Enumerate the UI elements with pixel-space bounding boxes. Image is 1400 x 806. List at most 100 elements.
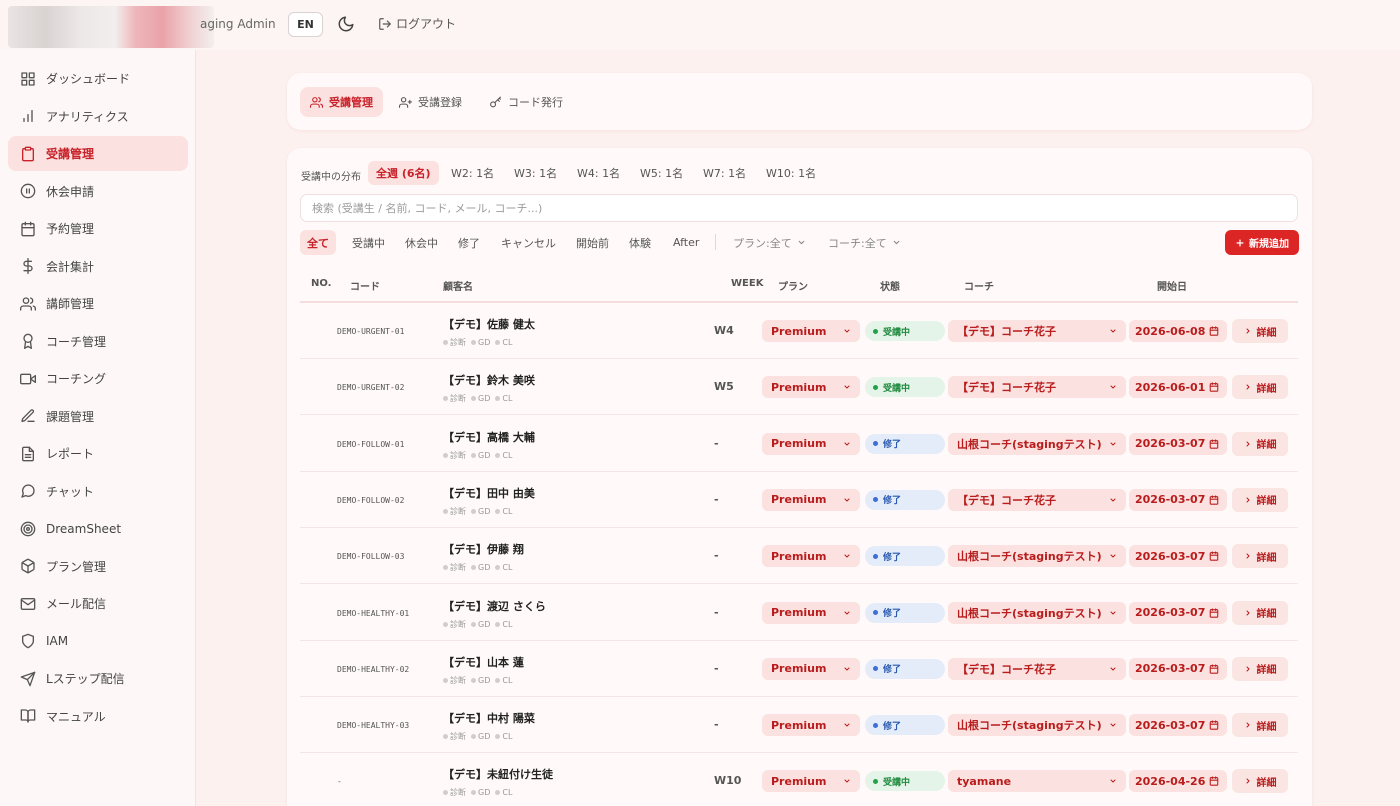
distribution-chip-w3[interactable]: W3: 1名 xyxy=(506,161,565,185)
chevron-down-icon xyxy=(844,611,850,614)
coach-value: 山根コーチ(stagingテスト) xyxy=(957,719,1102,733)
start-date-field[interactable]: 2026-03-07 xyxy=(1129,601,1227,624)
plan-select[interactable]: Premium xyxy=(762,376,860,399)
sidebar-item[interactable]: アナリティクス xyxy=(8,99,188,134)
moon-icon[interactable] xyxy=(337,15,355,33)
coach-filter-dropdown[interactable]: コーチ:全て xyxy=(828,230,901,255)
detail-button[interactable]: 詳細 xyxy=(1232,431,1288,456)
plan-select[interactable]: Premium xyxy=(762,657,860,680)
sidebar-item[interactable]: ダッシュボード xyxy=(8,61,188,96)
coach-select[interactable]: 【デモ】コーチ花子 xyxy=(948,320,1126,342)
chevron-down-icon xyxy=(1110,554,1116,558)
start-date-field[interactable]: 2026-03-07 xyxy=(1129,488,1227,511)
detail-button[interactable]: 詳細 xyxy=(1232,656,1288,681)
sidebar-item[interactable]: コーチ管理 xyxy=(8,324,188,359)
tab-enrollment-management[interactable]: 受講管理 xyxy=(300,87,383,117)
filter-active[interactable]: 受講中 xyxy=(345,230,392,255)
detail-button[interactable]: 詳細 xyxy=(1232,600,1288,625)
filter-on-leave[interactable]: 休会中 xyxy=(398,230,445,255)
coach-select[interactable]: 山根コーチ(stagingテスト) xyxy=(948,545,1126,568)
student-name[interactable]: 【デモ】田中 由美 xyxy=(443,485,535,501)
sidebar-item[interactable]: レポート xyxy=(8,436,188,471)
status-badge: 受講中 xyxy=(865,771,945,792)
coach-select[interactable]: 【デモ】コーチ花子 xyxy=(948,657,1126,680)
filter-completed[interactable]: 修了 xyxy=(451,230,487,255)
logout-button[interactable]: ログアウト xyxy=(378,15,456,32)
detail-button[interactable]: 詳細 xyxy=(1232,319,1288,343)
coach-select[interactable]: 【デモ】コーチ花子 xyxy=(948,376,1126,399)
filter-not-started[interactable]: 開始前 xyxy=(569,230,616,255)
sidebar-item[interactable]: IAM xyxy=(8,624,188,659)
distribution-chip-w4[interactable]: W4: 1名 xyxy=(569,161,628,185)
detail-button[interactable]: 詳細 xyxy=(1232,487,1288,512)
distribution-label: 受講中の分布 xyxy=(301,172,361,183)
plan-select[interactable]: Premium xyxy=(762,545,860,568)
coach-select[interactable]: tyamane xyxy=(948,770,1126,793)
coach-select[interactable]: 山根コーチ(stagingテスト) xyxy=(948,601,1126,624)
table-row: DEMO-HEALTHY-03 【デモ】中村 陽菜 診断 GD CL - Premium 修了… xyxy=(300,697,1298,754)
student-name[interactable]: 【デモ】山本 蓮 xyxy=(443,654,524,670)
pause-circle-icon xyxy=(20,183,36,199)
filter-cancelled[interactable]: キャンセル xyxy=(494,230,563,255)
distribution-chip-w10[interactable]: W10: 1名 xyxy=(758,161,824,185)
week-value: - xyxy=(714,492,719,506)
plan-select[interactable]: Premium xyxy=(762,714,860,737)
detail-button[interactable]: 詳細 xyxy=(1232,769,1288,794)
sidebar-item[interactable]: 講師管理 xyxy=(8,286,188,321)
student-name[interactable]: 【デモ】未紐付け生徒 xyxy=(443,766,553,782)
add-new-button[interactable]: 新規追加 xyxy=(1225,230,1299,255)
start-date-field[interactable]: 2026-03-07 xyxy=(1129,657,1227,680)
sidebar-item[interactable]: プラン管理 xyxy=(8,549,188,584)
sidebar-item[interactable]: コーチング xyxy=(8,361,188,396)
status-value: 受講中 xyxy=(883,327,911,338)
distribution-chip-w7[interactable]: W7: 1名 xyxy=(695,161,754,185)
student-name[interactable]: 【デモ】高橋 大輔 xyxy=(443,429,535,445)
student-name[interactable]: 【デモ】中村 陽菜 xyxy=(443,710,535,726)
sidebar-item[interactable]: DreamSheet xyxy=(8,511,188,546)
sidebar-item[interactable]: Lステップ配信 xyxy=(8,661,188,696)
sidebar-item[interactable]: 休会申請 xyxy=(8,174,188,209)
search-input[interactable] xyxy=(300,194,1298,222)
filter-all[interactable]: 全て xyxy=(300,230,336,255)
coach-select[interactable]: 山根コーチ(stagingテスト) xyxy=(948,714,1126,737)
tab-code-issue[interactable]: コード発行 xyxy=(479,87,573,117)
student-name[interactable]: 【デモ】伊藤 翔 xyxy=(443,541,524,557)
sidebar-item[interactable]: 課題管理 xyxy=(8,399,188,434)
plan-select[interactable]: Premium xyxy=(762,770,860,793)
student-name[interactable]: 【デモ】佐藤 健太 xyxy=(443,316,535,332)
sidebar-item[interactable]: 予約管理 xyxy=(8,211,188,246)
plan-select[interactable]: Premium xyxy=(762,601,860,624)
distribution-chip-all[interactable]: 全週 (6名) xyxy=(368,161,439,185)
distribution-chip-w5[interactable]: W5: 1名 xyxy=(632,161,691,185)
sidebar-item[interactable]: 会計集計 xyxy=(8,249,188,284)
plan-select[interactable]: Premium xyxy=(762,488,860,511)
start-date-field[interactable]: 2026-04-26 xyxy=(1129,770,1227,793)
start-date-field[interactable]: 2026-06-08 xyxy=(1129,320,1227,342)
coach-select[interactable]: 山根コーチ(stagingテスト) xyxy=(948,432,1126,455)
plan-filter-dropdown[interactable]: プラン:全て xyxy=(733,230,806,255)
language-toggle-button[interactable]: EN xyxy=(288,12,323,37)
filter-trial[interactable]: 体験 xyxy=(622,230,658,255)
start-date-field[interactable]: 2026-06-01 xyxy=(1129,376,1227,399)
student-name[interactable]: 【デモ】渡辺 さくら xyxy=(443,598,546,614)
indicator-diagnosis: 診断 xyxy=(443,450,466,461)
coach-select[interactable]: 【デモ】コーチ花子 xyxy=(948,488,1126,511)
plan-select[interactable]: Premium xyxy=(762,320,860,342)
header-start-date: 開始日 xyxy=(1157,282,1187,293)
detail-button[interactable]: 詳細 xyxy=(1232,713,1288,738)
tab-enrollment-registration[interactable]: 受講登録 xyxy=(389,87,472,117)
distribution-chip-w2[interactable]: W2: 1名 xyxy=(443,161,502,185)
start-date-field[interactable]: 2026-03-07 xyxy=(1129,714,1227,737)
plan-value: Premium xyxy=(771,493,827,507)
sidebar-item[interactable]: マニュアル xyxy=(8,699,188,734)
detail-button[interactable]: 詳細 xyxy=(1232,375,1288,400)
sidebar-item[interactable]: 受講管理 xyxy=(8,136,188,171)
start-date-field[interactable]: 2026-03-07 xyxy=(1129,545,1227,568)
sidebar-item[interactable]: チャット xyxy=(8,474,188,509)
plan-select[interactable]: Premium xyxy=(762,432,860,455)
start-date-field[interactable]: 2026-03-07 xyxy=(1129,432,1227,455)
filter-after[interactable]: After xyxy=(666,230,706,255)
sidebar-item[interactable]: メール配信 xyxy=(8,586,188,621)
student-name[interactable]: 【デモ】鈴木 美咲 xyxy=(443,372,535,388)
detail-button[interactable]: 詳細 xyxy=(1232,544,1288,569)
